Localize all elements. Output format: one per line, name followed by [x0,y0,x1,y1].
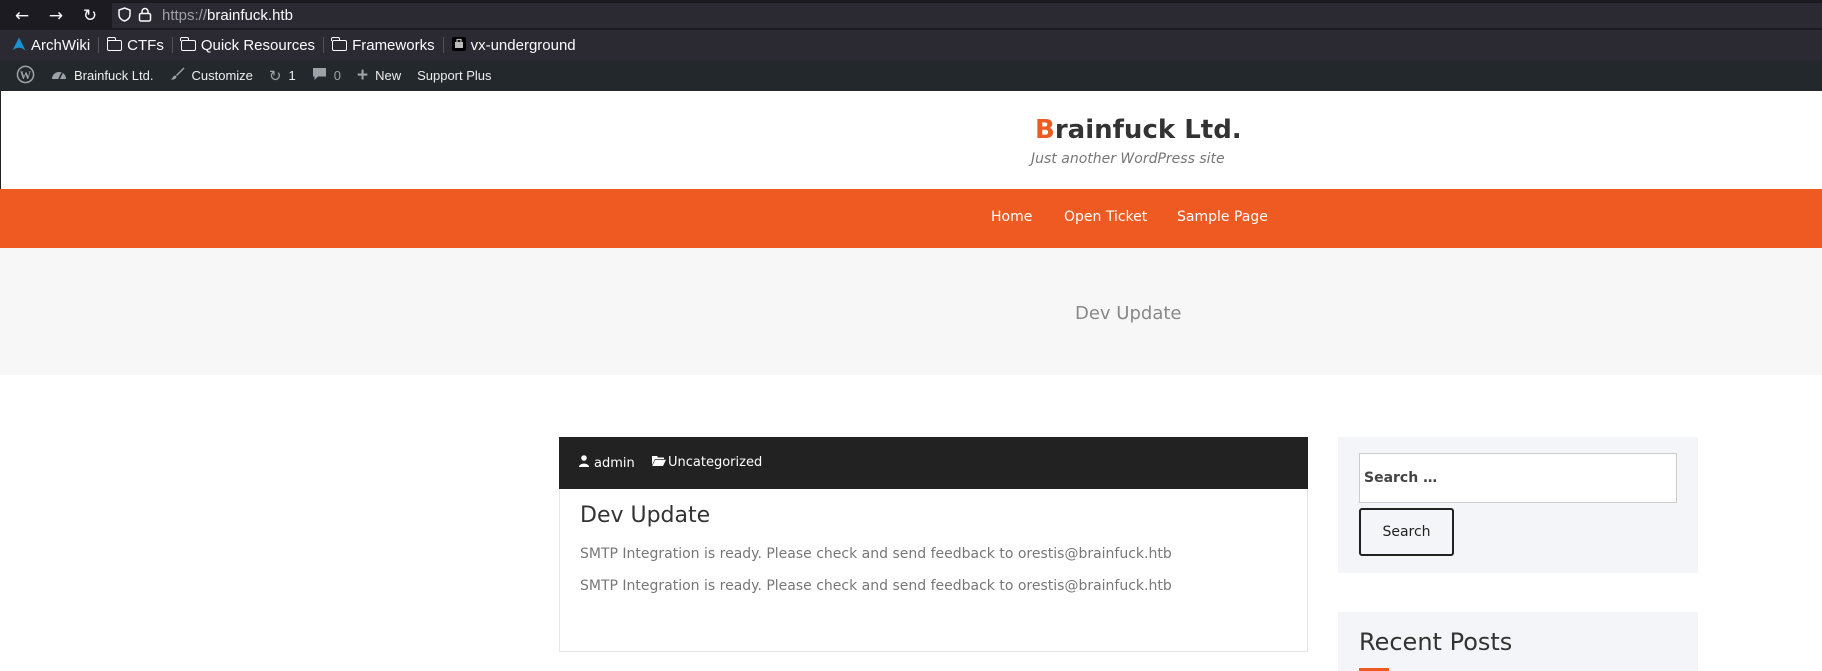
comment-icon [312,67,327,85]
nav-item-sample-page[interactable]: Sample Page [1177,209,1268,225]
bookmark-separator [98,37,100,53]
post-author[interactable]: admin [579,455,635,471]
lock-icon[interactable] [138,7,152,27]
post-category[interactable]: Uncategorized [652,455,762,470]
wordpress-icon: W [16,65,35,87]
wp-admin-bar: W Brainfuck Ltd. Customize ↻ 1 0 + New S… [0,60,1822,91]
adminbar-comments[interactable]: 0 [304,60,349,91]
updates-icon: ↻ [268,67,282,85]
address-bar[interactable]: https://brainfuck.htb [112,3,1822,28]
post-paragraph: SMTP Integration is ready. Please check … [580,578,1172,594]
bookmark-separator [442,37,444,53]
bookmark-separator [323,37,325,53]
bookmark-quick-resources[interactable]: Quick Resources [177,30,319,60]
folder-icon [106,36,123,51]
bookmark-ctfs[interactable]: CTFs [103,30,168,60]
plus-icon: + [356,64,369,86]
bookmark-vx-underground[interactable]: vx-underground [448,30,580,60]
reload-icon[interactable]: ↻ [80,6,100,26]
post-title[interactable]: Dev Update [580,503,710,528]
vx-icon [451,36,466,54]
adminbar-new[interactable]: + New [349,60,409,91]
recent-posts-heading: Recent Posts [1359,628,1513,656]
shield-icon[interactable] [118,7,131,27]
adminbar-customize[interactable]: Customize [162,60,261,91]
dashboard-icon [51,67,67,85]
search-input[interactable] [1359,453,1677,503]
site-header: Brainfuck Ltd. Just another WordPress si… [0,91,1822,189]
folder-icon [331,36,348,51]
site-tagline: Just another WordPress site [1031,151,1225,167]
bookmark-frameworks[interactable]: Frameworks [328,30,439,60]
adminbar-updates[interactable]: ↻ 1 [261,60,304,91]
back-icon[interactable]: ← [12,6,32,26]
post-paragraph: SMTP Integration is ready. Please check … [580,546,1172,562]
wordpress-logo-menu[interactable]: W [8,60,43,91]
adminbar-support-plus[interactable]: Support Plus [409,60,499,91]
bookmarks-toolbar: ArchWiki CTFs Quick Resources Frameworks… [0,30,1822,60]
search-button[interactable]: Search [1359,508,1454,556]
bookmark-archwiki[interactable]: ArchWiki [8,30,94,60]
url-text: https://brainfuck.htb [162,7,293,24]
forward-icon[interactable]: → [46,6,66,26]
adminbar-site-name[interactable]: Brainfuck Ltd. [43,60,162,91]
recent-posts-widget: Recent Posts [1338,612,1698,671]
folder-icon [180,36,196,51]
nav-item-open-ticket[interactable]: Open Ticket [1064,209,1147,225]
main-navigation: Home Open Ticket Sample Page [0,189,1822,248]
post-meta-bar: admin Uncategorized [559,437,1308,489]
search-widget: Search [1338,437,1698,573]
post-article: Dev Update SMTP Integration is ready. Pl… [559,489,1308,652]
user-icon [579,455,589,471]
brush-icon [170,66,185,85]
svg-text:W: W [20,69,32,81]
folder-open-icon [652,455,666,470]
browser-toolbar: ← → ↻ https://brainfuck.htb [0,0,1822,30]
bookmark-separator [171,37,173,53]
page-title-banner: Dev Update [0,248,1822,375]
nav-item-home[interactable]: Home [991,209,1032,225]
arch-icon [12,37,26,54]
site-title[interactable]: Brainfuck Ltd. [1035,115,1242,145]
page-title: Dev Update [1075,303,1182,324]
